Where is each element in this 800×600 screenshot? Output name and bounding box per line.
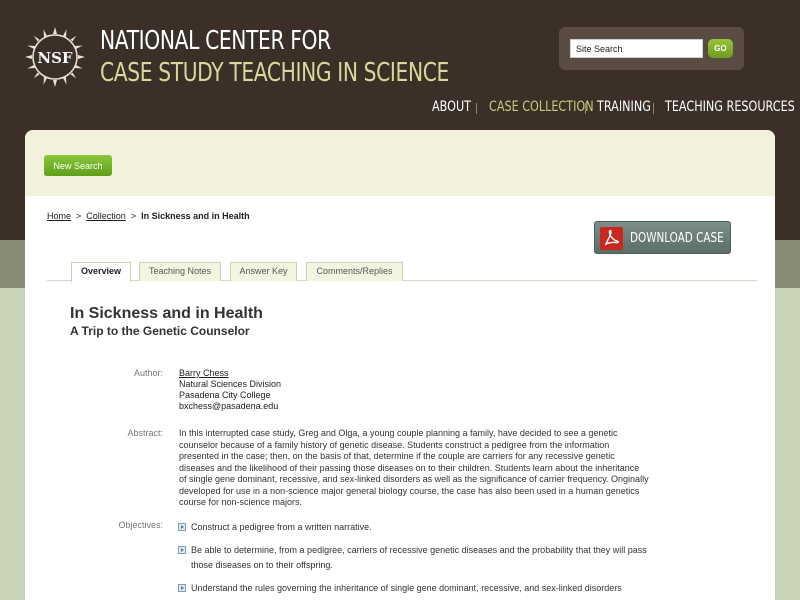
author-institution: Pasadena City College	[179, 390, 271, 400]
objective-text: Understand the rules governing the inher…	[191, 582, 622, 593]
tab-answer-key[interactable]: Answer Key	[230, 262, 297, 281]
logo-text: NSF	[37, 49, 73, 67]
author-label: Author:	[133, 368, 163, 378]
nav-separator	[653, 103, 654, 114]
list-item: Be able to determine, from a pedigree, c…	[178, 543, 658, 574]
arrow-bullet-icon	[178, 583, 186, 592]
breadcrumb-home[interactable]: Home	[47, 211, 71, 221]
new-search-button[interactable]: New Search	[44, 155, 112, 176]
nav-separator	[585, 103, 586, 114]
case-subtitle: A Trip to the Genetic Counselor	[70, 324, 250, 338]
search-go-button[interactable]: GO	[708, 39, 733, 58]
arrow-bullet-icon	[178, 523, 186, 531]
nav-separator	[476, 103, 477, 114]
objective-text: Be able to determine, from a pedigree, c…	[191, 544, 647, 571]
content-card: New Search Home > Collection > In Sickness a…	[25, 130, 775, 600]
pdf-icon	[600, 227, 623, 250]
list-item: Construct a pedigree from a written narr…	[178, 520, 658, 536]
objectives-label: Objectives:	[118, 520, 163, 530]
list-item: Understand the rules governing the inher…	[178, 581, 658, 597]
case-title: In Sickness and in Health	[70, 305, 263, 322]
author-block: Barry Chess Natural Sciences Division Pa…	[179, 368, 281, 412]
main-nav: ABOUT CASE COLLECTION TRAINING TEACHING …	[0, 99, 800, 119]
nav-teaching-resources[interactable]: TEACHING RESOURCES	[665, 99, 795, 115]
card-toolbar: New Search	[25, 130, 775, 196]
objectives-list: Construct a pedigree from a written narr…	[178, 520, 658, 596]
nav-about[interactable]: ABOUT	[432, 99, 471, 115]
author-email: bxchess@pasadena.edu	[179, 401, 279, 411]
download-case-label: DOWNLOAD CASE	[630, 231, 724, 246]
breadcrumb-separator: >	[76, 211, 82, 221]
download-case-button[interactable]: DOWNLOAD CASE	[594, 221, 731, 254]
tab-teaching-notes[interactable]: Teaching Notes	[139, 262, 221, 281]
nav-training[interactable]: TRAINING	[597, 99, 651, 115]
breadcrumb: Home > Collection > In Sickness and in Healt…	[47, 211, 250, 221]
breadcrumb-current: In Sickness and in Health	[141, 211, 250, 221]
nav-case-collection[interactable]: CASE COLLECTION	[489, 99, 594, 115]
tab-comments-replies[interactable]: Comments/Replies	[306, 262, 403, 281]
site-title-line2[interactable]: CASE STUDY TEACHING IN SCIENCE	[100, 58, 449, 88]
objective-text: Construct a pedigree from a written narr…	[191, 522, 372, 532]
breadcrumb-separator: >	[130, 211, 137, 221]
tab-overview[interactable]: Overview	[71, 262, 131, 282]
abstract-text: In this interrupted case study, Greg and…	[179, 428, 649, 507]
site-search-box: GO	[559, 27, 744, 70]
arrow-bullet-icon	[178, 545, 186, 554]
abstract-label: Abstract:	[127, 428, 163, 438]
breadcrumb-collection[interactable]: Collection	[86, 211, 126, 221]
author-division: Natural Sciences Division	[179, 379, 282, 389]
search-input[interactable]	[570, 39, 703, 58]
nsf-logo-icon[interactable]: NSF	[24, 26, 86, 88]
author-name-link[interactable]: Barry Chess	[179, 368, 281, 379]
site-title-line1[interactable]: NATIONAL CENTER FOR	[100, 26, 331, 56]
